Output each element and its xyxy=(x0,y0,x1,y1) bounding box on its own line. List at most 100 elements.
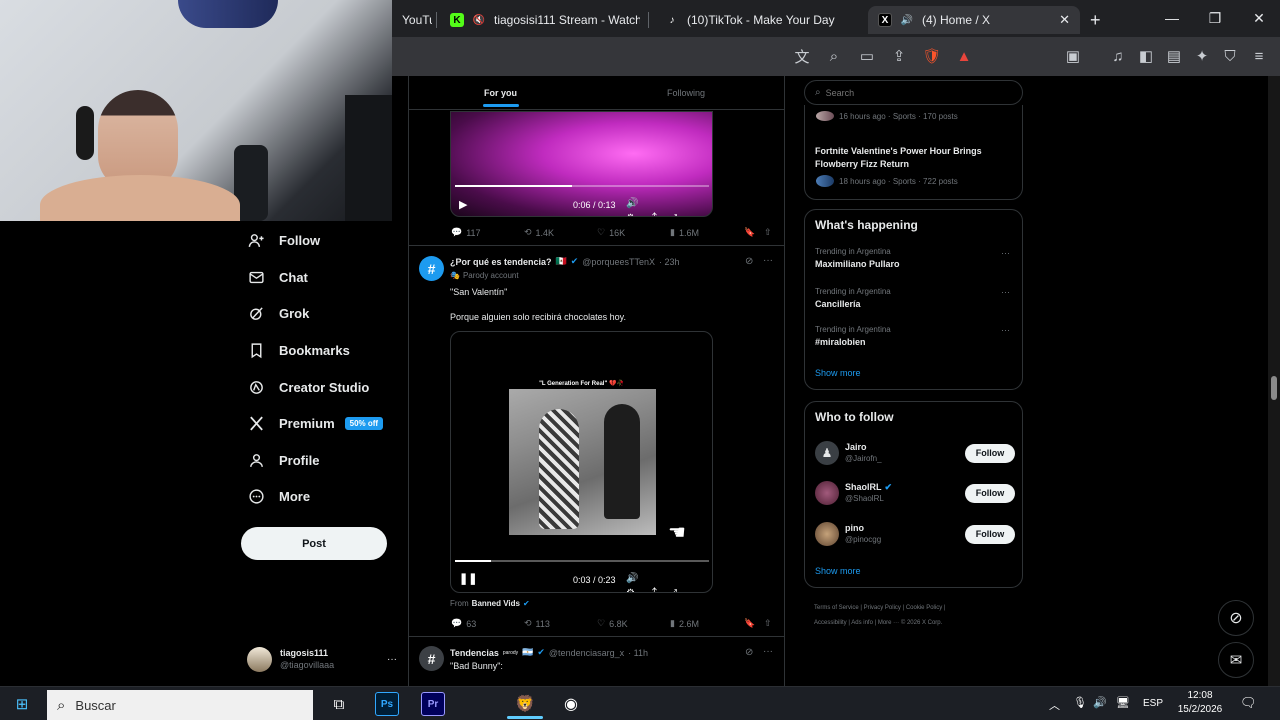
tweet-more-icon[interactable]: ··· xyxy=(763,255,773,266)
footer-link[interactable]: Ads info xyxy=(851,620,873,626)
video-player[interactable]: "L Generation For Real" 💔🥀 ❚❚ 0:03 / 0:2… xyxy=(450,331,713,593)
follow-suggestion[interactable]: ♟ Jairo @Jairofn_ Follow xyxy=(815,440,1015,466)
bookmark-tweet-icon[interactable]: 🔖 xyxy=(744,227,755,238)
brave-shield-icon[interactable]: 🛡 xyxy=(922,46,942,66)
windows-start-icon[interactable]: ⊞ xyxy=(10,692,34,716)
trend-item[interactable]: Trending in Argentina Maximiliano Pullar… xyxy=(815,247,900,269)
account-switcher[interactable]: tiagosis111 @tiagovillaaa ··· xyxy=(247,646,397,672)
footer-link[interactable]: More ··· xyxy=(878,620,899,626)
sidebar-item-creator-studio[interactable]: Creator Studio xyxy=(248,375,369,399)
trend-item[interactable]: Trending in Argentina #miralobien xyxy=(815,325,891,347)
video-progress-track[interactable] xyxy=(455,560,709,562)
share-tweet-icon[interactable]: ⇧ xyxy=(764,618,772,629)
sidebar-toggle-icon[interactable]: ▣ xyxy=(1063,46,1083,66)
follow-button[interactable]: Follow xyxy=(965,524,1015,544)
post-button[interactable]: Post xyxy=(241,527,387,560)
obs-icon[interactable]: ◉ xyxy=(559,692,583,716)
grok-tweet-icon[interactable]: ⊘ xyxy=(745,256,753,267)
tab-following[interactable]: Following xyxy=(667,88,705,98)
trend-more-icon[interactable]: ··· xyxy=(1001,248,1010,258)
bookmark-tweet-icon[interactable]: 🔖 xyxy=(744,618,755,629)
account-more-icon[interactable]: ··· xyxy=(387,654,397,665)
footer-link[interactable]: Cookie Policy xyxy=(906,605,942,611)
follow-suggestion[interactable]: pino @pinocgg Follow xyxy=(815,521,1015,547)
trend-item[interactable]: Trending in Argentina Cancillería xyxy=(815,287,891,309)
messages-float-button[interactable]: ✉ xyxy=(1218,642,1254,678)
sidebar-item-more[interactable]: More xyxy=(248,484,310,508)
pause-icon[interactable]: ❚❚ xyxy=(459,572,477,585)
brave-browser-icon[interactable]: 🦁 xyxy=(513,692,537,716)
grok-tweet-icon[interactable]: ⊘ xyxy=(745,647,753,658)
language-indicator[interactable]: ESP xyxy=(1143,698,1163,709)
tab-tiktok[interactable]: ♪ (10)TikTok - Make Your Day xyxy=(655,6,855,34)
tab-kick[interactable]: K 🔇 tiagosisi111 Stream - Watch L xyxy=(440,6,640,34)
views-button[interactable]: ▮ 1.6M xyxy=(670,227,699,238)
photoshop-icon[interactable]: Ps xyxy=(375,692,399,716)
avatar[interactable]: # xyxy=(419,646,444,671)
tweet-more-icon[interactable]: ··· xyxy=(763,646,773,657)
taskbar-clock[interactable]: 12:08 15/2/2026 xyxy=(1172,689,1228,717)
network-icon[interactable]: 🖥 xyxy=(1116,696,1130,709)
tweet-time[interactable]: · 23h xyxy=(659,257,680,267)
tweet-author-handle[interactable]: @porqueesTTenX xyxy=(582,257,655,267)
wallet-icon[interactable]: ▤ xyxy=(1164,46,1184,66)
play-icon[interactable]: ▶ xyxy=(459,198,467,211)
video-controls-icons[interactable]: 🔊⚙⤴⤢ xyxy=(626,573,712,592)
translate-icon[interactable]: 文 xyxy=(792,46,812,66)
taskbar-search[interactable]: ⌕ Buscar xyxy=(47,690,313,720)
sidebar-item-follow[interactable]: Follow xyxy=(248,228,320,252)
new-tab-button[interactable]: + xyxy=(1090,10,1101,31)
cast-icon[interactable]: ▭ xyxy=(857,46,877,66)
video-player-top[interactable]: ▶ 0:06 / 0:13 🔊⚙⤴⤢ xyxy=(450,111,713,217)
vpn-icon[interactable]: ⛉ xyxy=(1220,46,1240,66)
repost-button[interactable]: ⟲ 113 xyxy=(524,618,550,629)
reply-button[interactable]: 💬 63 xyxy=(451,618,476,629)
search-input[interactable] xyxy=(825,87,1006,98)
share-tweet-icon[interactable]: ⇧ xyxy=(764,227,772,238)
trend-more-icon[interactable]: ··· xyxy=(1001,287,1010,297)
trend-news-title[interactable]: Fortnite Valentine's Power Hour Brings F… xyxy=(815,145,1015,171)
reader-icon[interactable]: ◧ xyxy=(1136,46,1156,66)
trend-more-icon[interactable]: ··· xyxy=(1001,325,1010,335)
follow-suggestion[interactable]: ShaolRL ✔ @ShaolRL Follow xyxy=(815,480,1015,506)
footer-link[interactable]: Terms of Service xyxy=(814,605,859,611)
music-icon[interactable]: ♫ xyxy=(1108,46,1128,66)
video-controls-icons[interactable]: 🔊⚙⤴⤢ xyxy=(626,198,712,216)
menu-icon[interactable]: ≡ xyxy=(1249,46,1269,66)
repost-button[interactable]: ⟲ 1.4K xyxy=(524,227,554,238)
like-button[interactable]: ♡ 16K xyxy=(597,227,625,238)
close-tab-icon[interactable]: ✕ xyxy=(1059,12,1070,28)
follow-button[interactable]: Follow xyxy=(965,443,1015,463)
scrollbar-thumb[interactable] xyxy=(1271,376,1277,400)
minimize-icon[interactable]: — xyxy=(1160,8,1184,28)
tab-for-you[interactable]: For you xyxy=(484,88,517,98)
grok-float-button[interactable]: ⊘ xyxy=(1218,600,1254,636)
source-name[interactable]: Banned Vids xyxy=(472,599,520,608)
sidebar-item-grok[interactable]: Grok xyxy=(248,301,309,325)
tweet-author-name[interactable]: ¿Por qué es tendencia? xyxy=(450,257,552,267)
sidebar-item-bookmarks[interactable]: Bookmarks xyxy=(248,338,350,362)
tray-chevron-icon[interactable]: ︿ xyxy=(1049,697,1060,713)
close-window-icon[interactable]: ✕ xyxy=(1247,8,1271,28)
footer-link[interactable]: Privacy Policy xyxy=(864,605,901,611)
tweet-author-handle[interactable]: @tendenciasarg_x xyxy=(549,648,624,658)
leo-ai-icon[interactable]: ✦ xyxy=(1192,46,1212,66)
search-bar[interactable]: ⌕ xyxy=(804,80,1023,105)
volume-icon[interactable]: 🔊 xyxy=(1093,696,1107,709)
views-button[interactable]: ▮ 2.6M xyxy=(670,618,699,629)
show-more-trends-link[interactable]: Show more xyxy=(815,368,861,378)
tab-x-home[interactable]: X 🔊 (4) Home / X ✕ xyxy=(868,6,1080,34)
brave-rewards-icon[interactable]: ▲ xyxy=(954,46,974,66)
like-button[interactable]: ♡ 6.8K xyxy=(597,618,628,629)
footer-link[interactable]: Accessibility xyxy=(814,620,847,626)
avatar[interactable]: # xyxy=(419,256,444,281)
notifications-icon[interactable]: 🗨 xyxy=(1240,695,1257,711)
premiere-icon[interactable]: Pr xyxy=(421,692,445,716)
show-more-follow-link[interactable]: Show more xyxy=(815,566,861,576)
restore-icon[interactable]: ❐ xyxy=(1203,8,1227,28)
task-view-icon[interactable]: ⧉ xyxy=(327,692,351,716)
zoom-icon[interactable]: ⌕ xyxy=(824,46,844,66)
share-icon[interactable]: ⇪ xyxy=(889,46,909,66)
follow-button[interactable]: Follow xyxy=(965,483,1015,503)
sidebar-item-profile[interactable]: Profile xyxy=(248,448,319,472)
